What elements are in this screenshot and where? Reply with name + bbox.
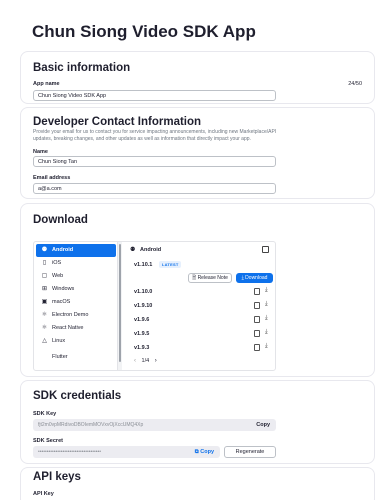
basic-info-title: Basic information (33, 62, 131, 74)
latest-version: v1.10.1 (134, 262, 153, 268)
electron-icon: ⚛ (41, 312, 48, 318)
platform-item-windows[interactable]: ⊞ Windows (36, 283, 116, 296)
platform-item-ios[interactable]: ▯ iOS (36, 257, 116, 270)
page-title: Chun Siong Video SDK App (32, 22, 256, 41)
platform-label: Windows (52, 286, 75, 292)
email-label: Email address (33, 175, 71, 181)
platform-scrollbar[interactable] (118, 242, 122, 370)
version-label: v1.9.6 (134, 317, 150, 323)
release-note-icon[interactable] (254, 316, 260, 323)
platform-item-react-native[interactable]: ⚛ React Native (36, 322, 116, 335)
page-indicator: 1/4 (141, 358, 150, 364)
platform-item-linux[interactable]: △ Linux (36, 335, 116, 348)
sdk-key-field: fjt2m0vpMRdivoDBOIemMOVxvOjXccUMQ4Xp Cop… (33, 419, 276, 431)
platform-item-android[interactable]: ⚉ Android (36, 244, 116, 257)
download-panel: ⚉ Android ▯ iOS ▢ Web ⊞ Windows ▣ macOS … (33, 241, 276, 371)
scrollbar-thumb[interactable] (119, 244, 121, 362)
copy-secret-button[interactable]: ⧉ Copy (195, 446, 214, 458)
apple-icon: ▣ (41, 299, 48, 305)
platform-item-electron[interactable]: ⚛ Electron Demo (36, 309, 116, 322)
windows-icon: ⊞ (41, 286, 48, 292)
platform-label: React Native (52, 325, 84, 331)
phone-icon: ▯ (42, 260, 47, 266)
name-label: Name (33, 149, 48, 155)
contact-card: Developer Contact Information Provide yo… (20, 107, 375, 199)
release-note-button[interactable]: 🗎 Release Note (188, 273, 232, 283)
sdk-secret-value: •••••••••••••••••••••••••••••••••••• (38, 449, 102, 455)
download-label: Download (245, 275, 268, 281)
sdk-key-label: SDK Key (33, 411, 57, 417)
basic-info-card: Basic information App name 24/50 Chun Si… (20, 51, 375, 104)
api-key-label: API Key (33, 491, 54, 497)
platform-label: iOS (52, 260, 62, 266)
selected-platform-title: Android (140, 247, 162, 253)
flutter-icon (41, 354, 48, 361)
version-row: v1.9.5 ⤓ (124, 329, 275, 342)
platform-label: Flutter (52, 354, 68, 360)
version-row: v1.9.3 ⤓ (124, 343, 275, 356)
api-keys-title: API keys (33, 471, 81, 483)
android-icon: ⚉ (41, 247, 48, 253)
download-title: Download (33, 214, 88, 226)
android-icon: ⚉ (130, 247, 136, 253)
platform-list: ⚉ Android ▯ iOS ▢ Web ⊞ Windows ▣ macOS … (34, 242, 118, 370)
version-row: v1.9.10 ⤓ (124, 301, 275, 314)
release-note-icon[interactable] (254, 302, 260, 309)
version-detail: ⚉ Android v1.10.1 LATEST 🗎 Release Note … (124, 242, 275, 370)
platform-item-flutter[interactable]: Flutter (36, 351, 116, 364)
pagination: ‹ 1/4 › (134, 358, 157, 364)
release-note-icon[interactable] (254, 330, 260, 337)
download-card: Download ⚉ Android ▯ iOS ▢ Web ⊞ Windows… (20, 203, 375, 377)
contact-title: Developer Contact Information (33, 116, 202, 128)
sdk-secret-field: •••••••••••••••••••••••••••••••••••• ⧉ C… (33, 446, 220, 458)
platform-label: macOS (52, 299, 71, 305)
sdk-credentials-card: SDK credentials SDK Key fjt2m0vpMRdivoDB… (20, 380, 375, 464)
app-name-counter: 24/50 (348, 81, 362, 87)
version-label: v1.10.0 (134, 289, 153, 295)
download-icon[interactable]: ⤓ (265, 287, 268, 294)
download-icon[interactable]: ⤓ (265, 301, 268, 308)
platform-label: Linux (52, 338, 66, 344)
regenerate-button[interactable]: Regenerate (224, 446, 276, 458)
next-page-icon[interactable]: › (155, 358, 157, 364)
api-keys-card: API keys API Key (20, 467, 375, 500)
contact-description: Provide your email for us to contact you… (33, 129, 277, 142)
collapse-panel-icon[interactable] (262, 246, 269, 253)
release-note-icon[interactable] (254, 344, 260, 351)
download-icon[interactable]: ⤓ (265, 329, 268, 336)
sdk-credentials-title: SDK credentials (33, 390, 122, 402)
platform-item-macos[interactable]: ▣ macOS (36, 296, 116, 309)
sdk-secret-label: SDK Secret (33, 438, 63, 444)
version-label: v1.9.3 (134, 345, 150, 351)
email-input[interactable]: a@a.com (33, 183, 276, 194)
version-row: v1.10.0 ⤓ (124, 287, 275, 300)
react-icon: ⚛ (41, 325, 48, 331)
latest-badge: LATEST (159, 261, 182, 268)
sdk-key-value: fjt2m0vpMRdivoDBOIemMOVxvOjXccUMQ4Xp (38, 422, 144, 428)
name-input[interactable]: Chun Siong Tan (33, 156, 276, 167)
platform-item-web[interactable]: ▢ Web (36, 270, 116, 283)
app-name-input[interactable]: Chun Siong Video SDK App (33, 90, 276, 101)
prev-page-icon[interactable]: ‹ (134, 358, 136, 364)
platform-label: Web (52, 273, 64, 279)
platform-label: Electron Demo (52, 312, 89, 318)
version-label: v1.9.5 (134, 331, 150, 337)
version-row: v1.9.6 ⤓ (124, 315, 275, 328)
app-name-label: App name (33, 81, 60, 87)
copy-secret-label: Copy (200, 449, 214, 455)
version-label: v1.9.10 (134, 303, 153, 309)
linux-icon: △ (42, 338, 47, 344)
release-note-icon[interactable] (254, 288, 260, 295)
download-icon[interactable]: ⤓ (265, 343, 268, 350)
download-icon[interactable]: ⤓ (265, 315, 268, 322)
download-button[interactable]: ⤓ Download (236, 273, 273, 283)
copy-key-button[interactable]: Copy (256, 419, 270, 431)
platform-label: Android (52, 247, 74, 253)
release-note-label: Release Note (197, 275, 228, 281)
browser-icon: ▢ (41, 273, 48, 279)
